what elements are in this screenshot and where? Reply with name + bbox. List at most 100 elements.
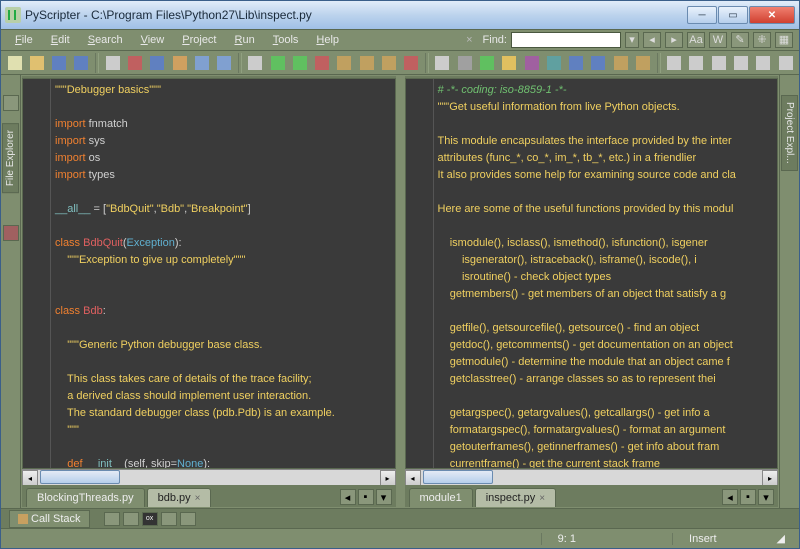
tabnav-next-button[interactable]: ▪ (358, 489, 374, 505)
file-explorer-tab[interactable]: File Explorer (2, 123, 19, 193)
toolbar-undo-button[interactable] (192, 53, 211, 73)
call-stack-tab[interactable]: Call Stack (9, 510, 90, 528)
toolbar-stepover-button[interactable] (335, 53, 354, 73)
bottom-tool-3-icon[interactable]: ox (142, 512, 158, 526)
toolbar-open-button[interactable] (27, 53, 46, 73)
right-hscrollbar[interactable]: ◂ ▸ (405, 469, 779, 485)
menu-view[interactable]: View (133, 32, 173, 48)
scroll-left-icon[interactable]: ◂ (22, 470, 38, 486)
right-editor[interactable]: # -*- coding: iso-8859-1 -*- """Get usef… (405, 78, 779, 469)
tab-inspect-py[interactable]: inspect.py× (475, 488, 556, 507)
vertical-splitter[interactable] (399, 76, 402, 507)
menu-help[interactable]: Help (308, 32, 347, 48)
stepover-icon (337, 56, 351, 70)
menu-file[interactable]: File (7, 32, 41, 48)
scroll-thumb[interactable] (40, 470, 120, 484)
side-tool-2-icon[interactable] (3, 225, 19, 241)
menu-run[interactable]: Run (227, 32, 263, 48)
menu-project[interactable]: Project (174, 32, 224, 48)
tab-close-icon[interactable]: × (195, 493, 201, 504)
find-highlight-button[interactable]: ✎ (731, 32, 749, 48)
toolbar-stepinto-button[interactable] (357, 53, 376, 73)
toolbar-paste-button[interactable] (170, 53, 189, 73)
find-input[interactable] (511, 32, 621, 48)
toolbar-resume-button[interactable] (477, 53, 496, 73)
scroll-right-icon[interactable]: ▸ (762, 470, 778, 486)
menubar-close-icon[interactable]: × (466, 34, 472, 46)
undo-icon (195, 56, 209, 70)
menu-tools[interactable]: Tools (265, 32, 307, 48)
status-resize-grip-icon[interactable]: ◢ (773, 532, 789, 545)
tabnav-list-button[interactable]: ▾ (758, 489, 774, 505)
scroll-left-icon[interactable]: ◂ (405, 470, 421, 486)
toolbar-new-button[interactable] (5, 53, 24, 73)
menu-search[interactable]: Search (80, 32, 131, 48)
indent-icon (614, 56, 628, 70)
toolbar-uncomment-button[interactable] (589, 53, 608, 73)
find-dropdown-button[interactable]: ▾ (625, 32, 639, 48)
find-next-button[interactable]: ▸ (665, 32, 683, 48)
tab-bdb-py[interactable]: bdb.py× (147, 488, 212, 507)
bottom-tool-5-icon[interactable] (180, 512, 196, 526)
tabnav-prev-button[interactable]: ◂ (722, 489, 738, 505)
find-case-button[interactable]: Aa (687, 32, 705, 48)
left-side-panel: File Explorer (1, 75, 21, 508)
tabnav-next-button[interactable]: ▪ (740, 489, 756, 505)
bottom-tool-4-icon[interactable] (161, 512, 177, 526)
toolbar-stop-button[interactable] (402, 53, 421, 73)
saveall-icon (74, 56, 88, 70)
toolbar-run2-button[interactable] (290, 53, 309, 73)
toolbar-layout-button[interactable] (665, 53, 684, 73)
left-code-area[interactable]: """Debugger basics""" import fnmatch imp… (51, 79, 395, 468)
toolbar-outdent-button[interactable] (633, 53, 652, 73)
tab-module1[interactable]: module1 (409, 488, 473, 507)
toolbar-save-button[interactable] (50, 53, 69, 73)
left-hscrollbar[interactable]: ◂ ▸ (22, 469, 396, 485)
scroll-right-icon[interactable]: ▸ (380, 470, 396, 486)
find-word-button[interactable]: W (709, 32, 727, 48)
toolbar-hand-button[interactable] (500, 53, 519, 73)
toolbar-redo-button[interactable] (214, 53, 233, 73)
tabnav-prev-button[interactable]: ◂ (340, 489, 356, 505)
bottom-tool-2-icon[interactable] (123, 512, 139, 526)
toolbar-comment-button[interactable] (567, 53, 586, 73)
left-editor[interactable]: """Debugger basics""" import fnmatch imp… (22, 78, 396, 469)
right-editor-pane: # -*- coding: iso-8859-1 -*- """Get usef… (405, 76, 779, 507)
toolbar-stepout-button[interactable] (379, 53, 398, 73)
toolbar-pin-button[interactable] (522, 53, 541, 73)
scroll-thumb[interactable] (423, 470, 493, 484)
side-tool-1-icon[interactable] (3, 95, 19, 111)
toolbar-view5-button[interactable] (776, 53, 795, 73)
bottom-panel-strip: Call Stack ox (1, 508, 799, 528)
toolbar-break-button[interactable] (433, 53, 452, 73)
tab-close-icon[interactable]: × (539, 493, 545, 504)
titlebar[interactable]: PyScripter - C:\Program Files\Python27\L… (1, 1, 799, 29)
toolbar-indent-button[interactable] (611, 53, 630, 73)
toolbar-saveall-button[interactable] (72, 53, 91, 73)
find-regex-button[interactable]: ⁜ (753, 32, 771, 48)
tabnav-list-button[interactable]: ▾ (376, 489, 392, 505)
find-prev-button[interactable]: ◂ (643, 32, 661, 48)
toolbar-find-button[interactable] (246, 53, 265, 73)
toolbar-view1-button[interactable] (687, 53, 706, 73)
menu-edit[interactable]: Edit (43, 32, 78, 48)
toolbar-view4-button[interactable] (754, 53, 773, 73)
minimize-button[interactable]: ─ (687, 6, 717, 24)
toolbar-debug-button[interactable] (313, 53, 332, 73)
project-explorer-tab[interactable]: Project Expl... (781, 95, 798, 171)
toolbar-view2-button[interactable] (709, 53, 728, 73)
maximize-button[interactable]: ▭ (718, 6, 748, 24)
close-button[interactable]: ✕ (749, 6, 795, 24)
toolbar-cut-button[interactable] (125, 53, 144, 73)
right-code-area[interactable]: # -*- coding: iso-8859-1 -*- """Get usef… (434, 79, 778, 468)
toolbar-print-button[interactable] (103, 53, 122, 73)
resume-icon (480, 56, 494, 70)
toolbar-run-button[interactable] (268, 53, 287, 73)
tab-blockingthreads-py[interactable]: BlockingThreads.py (26, 488, 145, 507)
toolbar-view3-button[interactable] (731, 53, 750, 73)
find-sel-button[interactable]: ▦ (775, 32, 793, 48)
toolbar-waves-button[interactable] (544, 53, 563, 73)
toolbar-copy-button[interactable] (148, 53, 167, 73)
bottom-tool-1-icon[interactable] (104, 512, 120, 526)
toolbar-pause-button[interactable] (455, 53, 474, 73)
